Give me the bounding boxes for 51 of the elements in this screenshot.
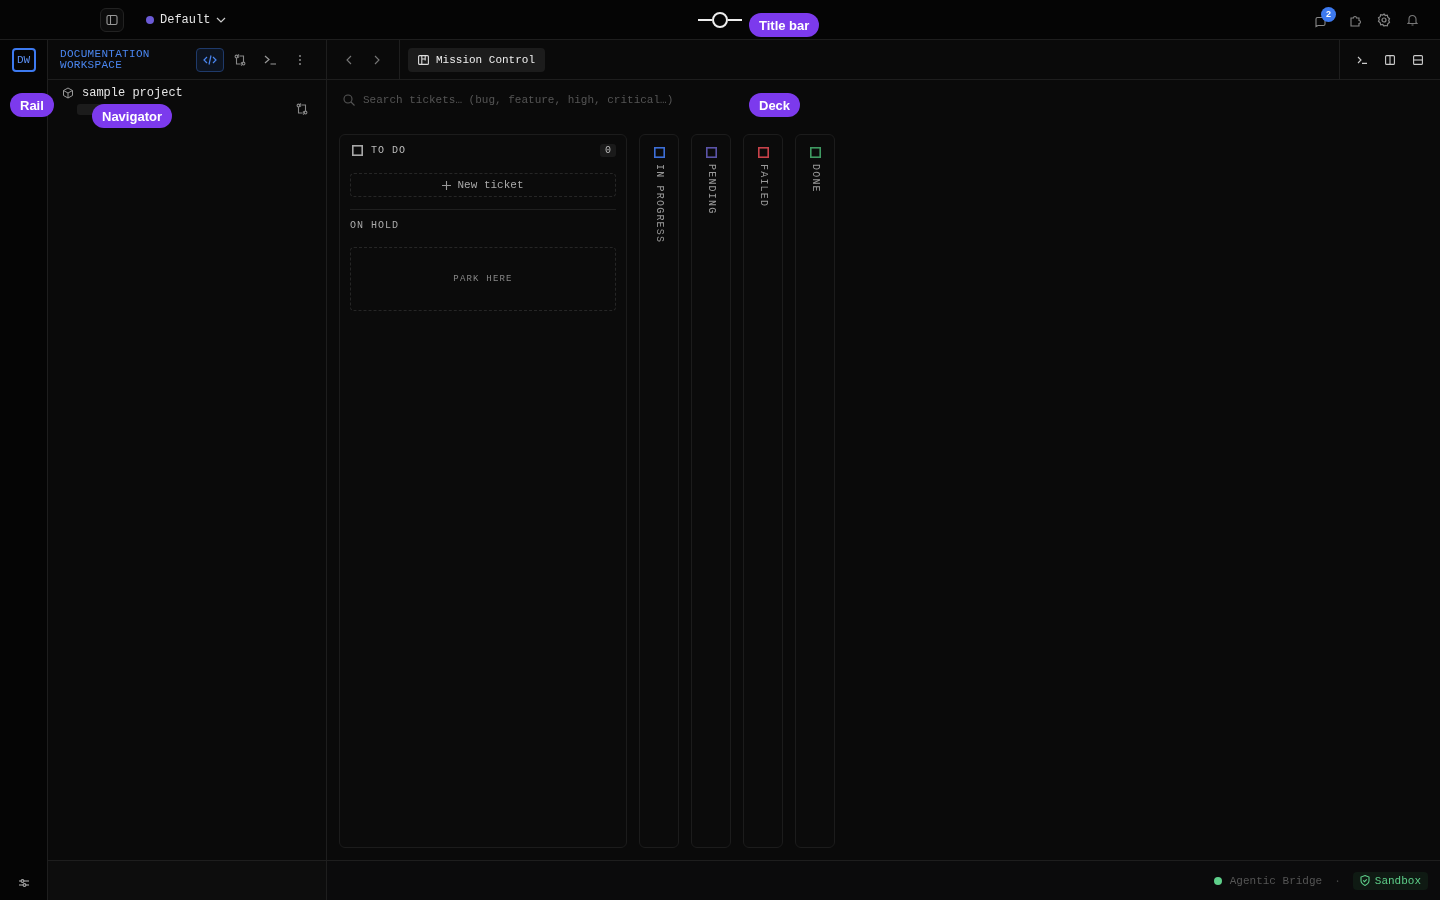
rows-icon bbox=[1413, 54, 1423, 65]
section-title: ON HOLD bbox=[350, 220, 400, 231]
chat-icon bbox=[1314, 15, 1327, 29]
column-title[interactable]: IN PROGRESS bbox=[653, 164, 665, 244]
cube-icon bbox=[62, 87, 74, 99]
terminal-icon bbox=[263, 54, 277, 65]
annotation-label: Deck bbox=[749, 93, 801, 117]
bell-icon bbox=[1406, 13, 1418, 26]
sliders-icon bbox=[17, 878, 30, 888]
ticket-count: 0 bbox=[600, 143, 616, 157]
profile-selector[interactable]: Default bbox=[146, 12, 227, 27]
search-field[interactable]: Search tickets… (bug, feature, high, critical…) bbox=[363, 94, 743, 106]
columns-icon bbox=[1385, 54, 1395, 65]
workspace-logo[interactable]: DW bbox=[11, 48, 36, 72]
column-title[interactable]: PENDING bbox=[705, 164, 717, 215]
settings-icon bbox=[1377, 12, 1391, 27]
git-compare-icon bbox=[296, 103, 308, 115]
bridge-status: Agentic Bridge bbox=[1229, 874, 1323, 887]
board-icon bbox=[418, 54, 429, 65]
chat-button[interactable]: 2 bbox=[1314, 6, 1336, 29]
terminal-icon bbox=[1356, 55, 1368, 64]
code-icon bbox=[203, 53, 217, 66]
drop-zone: PARK HERE bbox=[350, 247, 616, 311]
column-title: TO DO bbox=[371, 144, 406, 156]
annotation-label: Navigator bbox=[92, 104, 172, 128]
filters-button[interactable] bbox=[16, 876, 31, 890]
notification-badge: 2 bbox=[1321, 6, 1336, 22]
chevron-left-icon bbox=[346, 54, 352, 65]
settings-button[interactable] bbox=[1376, 11, 1392, 28]
sync-button[interactable] bbox=[296, 103, 308, 115]
column-title[interactable]: FAILED bbox=[757, 164, 769, 208]
column-title[interactable]: DONE bbox=[809, 164, 821, 193]
plus-icon bbox=[442, 180, 452, 190]
annotation-label: Rail bbox=[10, 93, 54, 117]
separator: · bbox=[1334, 874, 1341, 887]
annotation-label: Title bar bbox=[749, 13, 820, 37]
sidebar-toggle-icon bbox=[106, 13, 118, 26]
code-view-tab[interactable] bbox=[196, 47, 224, 72]
workspace-title: DOCUMENTATION WORKSPACE bbox=[60, 48, 151, 71]
new-ticket-button[interactable]: New ticket bbox=[350, 173, 616, 197]
git-compare-icon bbox=[234, 53, 246, 66]
tab[interactable]: Mission Control bbox=[408, 47, 546, 72]
chevron-right-icon bbox=[374, 54, 380, 65]
sidebar-toggle-button[interactable] bbox=[100, 7, 124, 32]
sandbox-badge[interactable]: Sandbox bbox=[1352, 871, 1428, 890]
more-icon bbox=[298, 53, 302, 66]
logo-icon bbox=[698, 10, 742, 30]
search-icon bbox=[343, 94, 355, 106]
project-name[interactable]: sample project bbox=[82, 86, 183, 100]
chevron-down-icon bbox=[216, 16, 227, 23]
shield-icon bbox=[1359, 875, 1370, 886]
